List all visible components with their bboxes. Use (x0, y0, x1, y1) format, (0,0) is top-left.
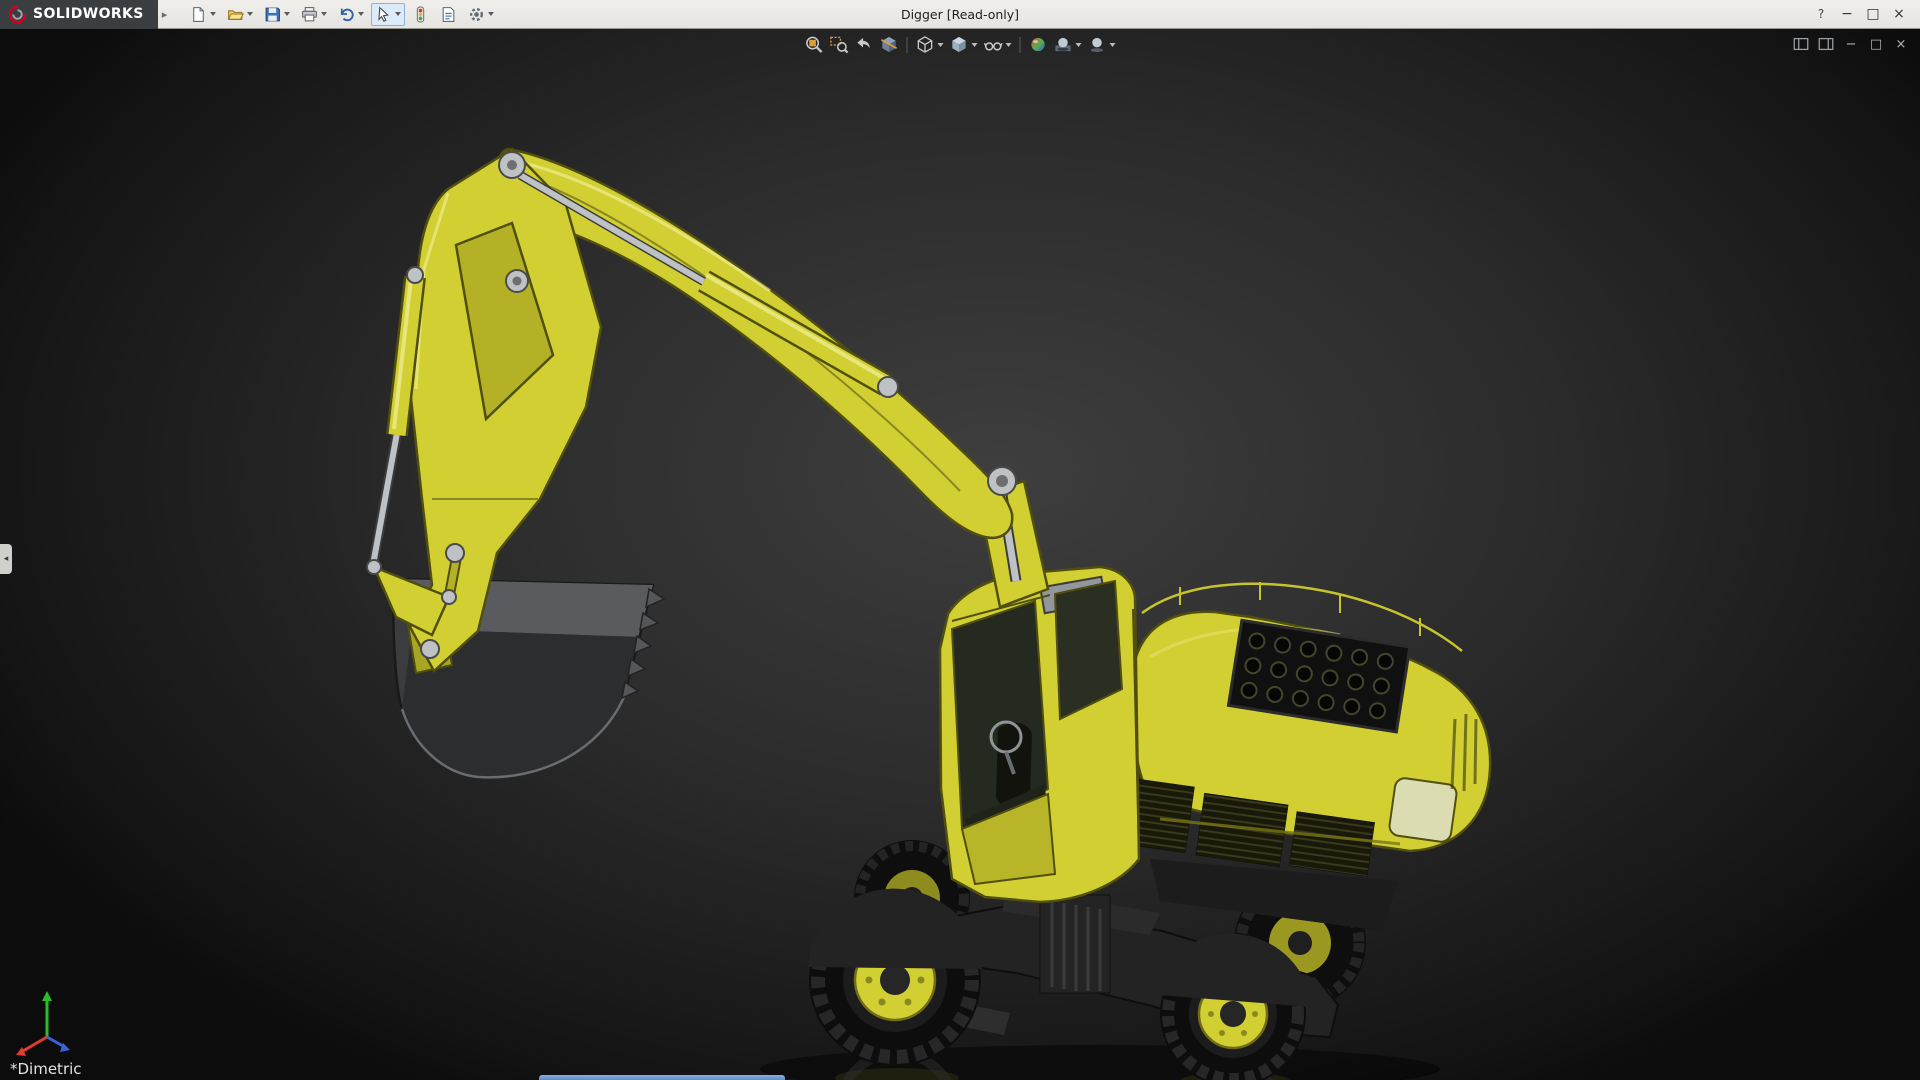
new-document-icon (190, 6, 207, 23)
engine-housing[interactable] (1101, 582, 1492, 877)
file-properties-icon (440, 6, 457, 23)
stick-cylinder[interactable] (368, 275, 426, 566)
solidworks-logo: SOLIDWORKS (0, 0, 158, 29)
menu-expand-chevron-icon[interactable]: ▸ (162, 8, 174, 21)
save-button[interactable] (260, 3, 294, 26)
options-button[interactable] (464, 3, 498, 26)
view-orientation-label: *Dimetric (10, 1060, 82, 1078)
dassault-3ds-logo-icon (9, 5, 26, 23)
print-button[interactable] (297, 3, 331, 26)
apply-scene-icon (1054, 35, 1073, 54)
title-bar: SOLIDWORKS ▸ Digger [Read-only] ? − □ × (0, 0, 1920, 29)
new-button[interactable] (186, 3, 220, 26)
toggle-left-pane-button[interactable] (1791, 34, 1811, 54)
dropdown-arrow-icon[interactable] (1005, 42, 1012, 47)
document-close-button[interactable]: × (1891, 34, 1911, 54)
print-icon (301, 6, 318, 23)
rebuild-traffic-light-icon (412, 6, 429, 23)
open-folder-icon (227, 6, 244, 23)
right-pane-icon (1817, 35, 1835, 53)
logo-text: SOLIDWORKS (33, 6, 144, 22)
hide-show-items-button[interactable] (982, 33, 1014, 56)
toggle-right-pane-button[interactable] (1816, 34, 1836, 54)
previous-view-button[interactable] (853, 33, 876, 56)
rear-panel-window (1388, 777, 1458, 843)
toolbar-separator (1019, 36, 1021, 53)
maximize-button[interactable]: □ (1860, 3, 1886, 25)
options-gear-icon (468, 6, 485, 23)
dropdown-arrow-icon[interactable] (937, 42, 944, 47)
collapsed-panel-tab[interactable]: ◂ (0, 544, 12, 574)
graphics-viewport[interactable]: − □ × ◂ *Dimetric (0, 29, 1920, 1080)
view-settings-icon (1088, 35, 1107, 54)
dropdown-arrow-icon[interactable] (1109, 42, 1116, 47)
apply-scene-button[interactable] (1052, 33, 1084, 56)
orientation-triad (16, 991, 70, 1056)
dropdown-arrow-icon[interactable] (394, 12, 401, 16)
rebuild-button[interactable] (408, 3, 433, 26)
dropdown-arrow-icon[interactable] (246, 12, 253, 16)
toolbar-separator (906, 36, 908, 53)
dropdown-arrow-icon[interactable] (320, 12, 327, 16)
zoom-to-fit-icon (805, 35, 824, 54)
view-orientation-cube-icon (916, 35, 935, 54)
display-style-icon (950, 35, 969, 54)
model-canvas[interactable] (0, 29, 1920, 1080)
open-button[interactable] (223, 3, 257, 26)
close-button[interactable]: × (1886, 3, 1912, 25)
document-window-controls: − □ × (1791, 34, 1911, 54)
cab[interactable] (938, 565, 1141, 904)
dropdown-arrow-icon[interactable] (357, 12, 364, 16)
minimize-button[interactable]: − (1834, 3, 1860, 25)
document-restore-button[interactable]: □ (1866, 34, 1886, 54)
display-style-button[interactable] (948, 33, 980, 56)
window-title: Digger [Read-only] (900, 6, 1020, 22)
zoom-to-fit-button[interactable] (803, 33, 826, 56)
help-button[interactable]: ? (1808, 3, 1834, 25)
section-view-button[interactable] (878, 33, 901, 56)
window-controls: ? − □ × (1808, 3, 1920, 25)
file-properties-button[interactable] (436, 3, 461, 26)
quick-access-toolbar (186, 2, 498, 26)
taskbar-peek[interactable] (539, 1075, 785, 1080)
select-cursor-icon (375, 6, 392, 23)
undo-icon (338, 6, 355, 23)
zoom-to-area-button[interactable] (828, 33, 851, 56)
document-minimize-button[interactable]: − (1841, 34, 1861, 54)
dropdown-arrow-icon[interactable] (1075, 42, 1082, 47)
dropdown-arrow-icon[interactable] (971, 42, 978, 47)
excavator-model[interactable] (366, 147, 1492, 1080)
view-settings-button[interactable] (1086, 33, 1118, 56)
heads-up-view-toolbar (803, 33, 1118, 56)
dropdown-arrow-icon[interactable] (487, 12, 494, 16)
view-orientation-button[interactable] (914, 33, 946, 56)
dropdown-arrow-icon[interactable] (209, 12, 216, 16)
previous-view-icon (855, 35, 874, 54)
undo-button[interactable] (334, 3, 368, 26)
left-pane-icon (1792, 35, 1810, 53)
edit-appearance-ball-icon (1029, 35, 1048, 54)
hide-show-glasses-icon (984, 35, 1003, 54)
zoom-to-area-icon (830, 35, 849, 54)
select-button[interactable] (370, 2, 405, 26)
dropdown-arrow-icon[interactable] (283, 12, 290, 16)
section-view-icon (880, 35, 899, 54)
edit-appearance-button[interactable] (1027, 33, 1050, 56)
save-icon (264, 6, 281, 23)
